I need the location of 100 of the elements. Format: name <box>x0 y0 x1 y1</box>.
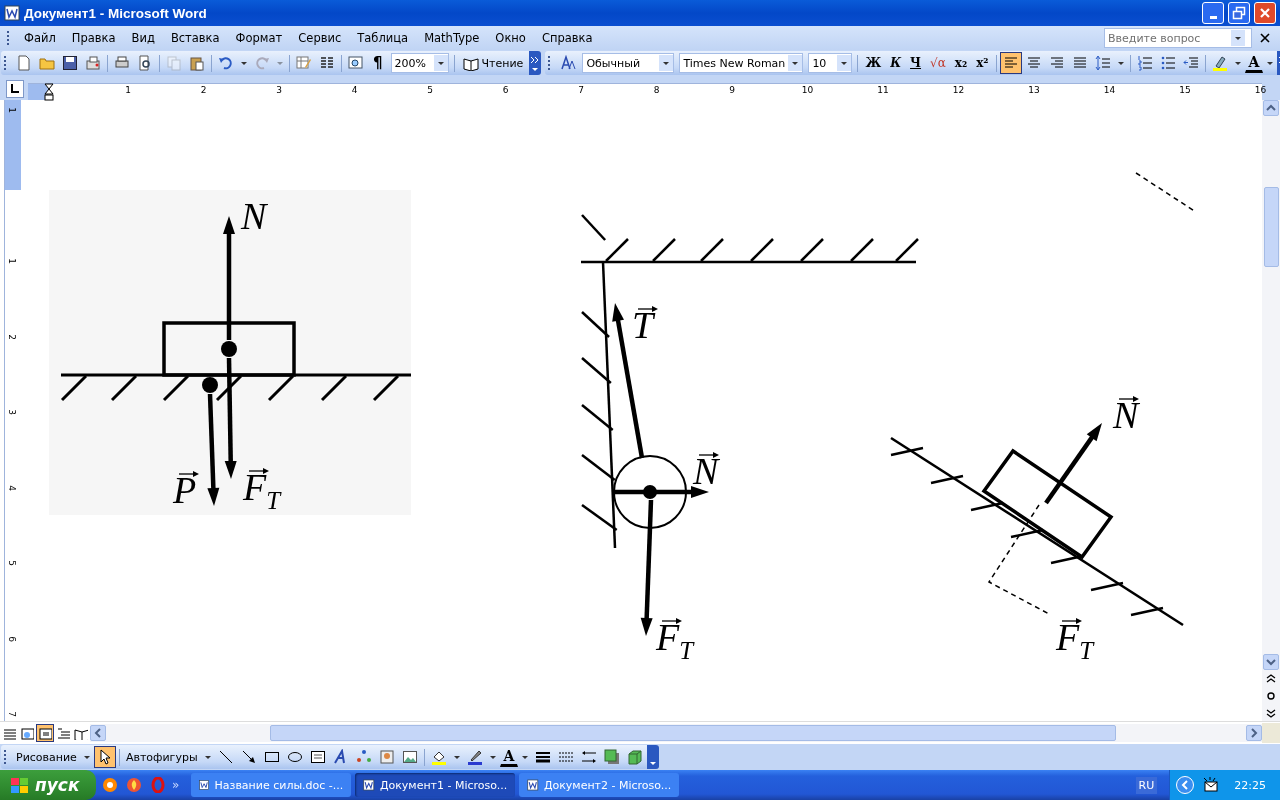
ruler-number: 5 <box>427 85 433 95</box>
ruler-number: 7 <box>6 711 17 717</box>
language-indicator[interactable]: RU <box>1135 776 1158 794</box>
ruler-number: 1 <box>6 258 17 264</box>
scroll-up-icon[interactable] <box>1263 100 1279 116</box>
force-label: N <box>1113 394 1139 436</box>
help-search-box[interactable]: Введите вопрос <box>1104 28 1252 48</box>
show-hidden-icons-icon[interactable] <box>1176 776 1195 794</box>
force-label: P <box>173 469 199 511</box>
zoom-dropdown[interactable]: 200% <box>390 53 449 73</box>
ruler-number: 11 <box>877 85 889 95</box>
toolbar-options-icon[interactable] <box>647 745 660 769</box>
font-dropdown[interactable]: Times New Roman <box>679 53 804 73</box>
scroll-down-icon[interactable] <box>1263 654 1279 670</box>
scroll-thumb[interactable] <box>1263 187 1279 267</box>
ruler-number: 15 <box>1179 85 1191 95</box>
ruler-number: 8 <box>653 85 660 95</box>
style-dropdown[interactable]: Обычный <box>582 53 675 73</box>
windows-flag-icon <box>10 775 29 795</box>
menu-item[interactable]: Правка <box>64 29 123 47</box>
ruler-number: 2 <box>200 85 207 95</box>
menu-item[interactable]: Формат <box>228 29 290 47</box>
ruler-number: 7 <box>578 85 584 95</box>
start-button[interactable]: пуск <box>0 770 96 800</box>
taskbar-window-button[interactable]: Документ1 - Microso... <box>355 773 516 797</box>
ruler-number: 4 <box>6 484 17 491</box>
ruler-number: 16 <box>1254 85 1267 95</box>
menu-item[interactable]: Сервис <box>291 29 349 47</box>
scroll-thumb[interactable] <box>270 725 1116 741</box>
clock: 22:25 <box>1234 778 1266 792</box>
font-color-button[interactable]: A <box>499 747 519 767</box>
pilcrow-button[interactable]: ¶ <box>368 52 388 74</box>
menu-item[interactable]: Файл <box>17 29 63 47</box>
envelope-icon[interactable] <box>1202 776 1221 794</box>
indent-marker-icon[interactable] <box>44 83 54 101</box>
ring-icon[interactable] <box>102 777 118 793</box>
menu-item[interactable]: Окно <box>488 29 533 47</box>
ruler-number: 9 <box>729 85 735 95</box>
toolbar-options-icon[interactable] <box>529 51 542 75</box>
more-chevron[interactable]: » <box>172 778 180 792</box>
minimize-icon <box>1209 16 1217 19</box>
ruler-number: 6 <box>502 85 509 95</box>
drawing-menu-button[interactable]: Рисование <box>13 748 80 766</box>
force-label: N <box>693 450 719 492</box>
toolbar-grip <box>7 31 12 45</box>
ruler-number: 2 <box>6 333 17 340</box>
select-pointer-icon[interactable] <box>93 746 116 768</box>
menu-item[interactable]: Вид <box>124 29 162 47</box>
italic-button[interactable]: К <box>886 54 906 72</box>
dropdown-arrow-icon <box>436 59 445 67</box>
force-label: N <box>241 195 267 237</box>
book-icon <box>462 55 479 71</box>
font-color-button[interactable]: A <box>1244 53 1264 73</box>
force-label: F$_{T}$ <box>656 616 694 664</box>
dropdown-arrow-icon <box>840 59 849 67</box>
bold-button[interactable]: Ж <box>861 54 886 72</box>
autoshapes-menu-button[interactable]: Автофигуры <box>122 748 201 766</box>
font-size-dropdown[interactable]: 10 <box>808 53 853 73</box>
resize-grip[interactable] <box>1262 723 1280 743</box>
subscript-button[interactable]: x₂ <box>950 54 972 72</box>
restore-icon <box>1231 5 1247 21</box>
ruler-number: 14 <box>1103 85 1116 95</box>
center-point <box>221 341 237 357</box>
taskbar-window-button[interactable]: Документ2 - Microso... <box>519 773 680 797</box>
align-left-icon[interactable] <box>999 52 1022 74</box>
word-document-icon <box>527 777 539 793</box>
ruler-number: 1 <box>125 85 131 95</box>
flame-icon[interactable] <box>126 777 142 793</box>
word-document-icon <box>363 777 375 793</box>
contact-point <box>202 377 218 393</box>
menu-item[interactable]: Таблица <box>350 29 416 47</box>
print-layout-icon[interactable] <box>36 724 54 742</box>
horizontal-scrollbar[interactable] <box>90 724 1262 742</box>
vertical-scrollbar[interactable] <box>1262 100 1280 721</box>
toolbar-grip <box>4 750 9 764</box>
force-label: T <box>632 304 658 346</box>
restore-button[interactable] <box>1228 2 1250 24</box>
ruler-number: 12 <box>952 85 965 95</box>
equation-button[interactable]: √α <box>926 54 950 72</box>
ruler-number: 3 <box>276 85 282 95</box>
close-document-icon[interactable] <box>1258 31 1272 45</box>
superscript-button[interactable]: x² <box>972 54 993 72</box>
ruler-number: 4 <box>351 85 358 95</box>
ruler-number: 13 <box>1028 85 1040 95</box>
close-button[interactable] <box>1254 2 1276 24</box>
tab-selector-icon[interactable] <box>6 80 24 98</box>
menu-item[interactable]: Вставка <box>163 29 227 47</box>
menu-item[interactable]: MathType <box>417 29 487 47</box>
word-document-icon <box>4 5 20 21</box>
reading-mode-button[interactable]: Чтение <box>457 53 529 73</box>
scroll-right-icon[interactable] <box>1246 725 1262 741</box>
ruler-number: 6 <box>6 635 17 642</box>
menu-item[interactable]: Справка <box>534 29 600 47</box>
scroll-left-icon[interactable] <box>90 725 106 741</box>
ruler-number: 3 <box>6 409 17 415</box>
minimize-button[interactable] <box>1202 2 1224 24</box>
dropdown-arrow-icon <box>662 59 671 67</box>
taskbar-window-button[interactable]: Название силы.doc -... <box>191 773 352 797</box>
underline-button[interactable]: Ч <box>906 54 925 72</box>
center-point <box>643 485 657 499</box>
